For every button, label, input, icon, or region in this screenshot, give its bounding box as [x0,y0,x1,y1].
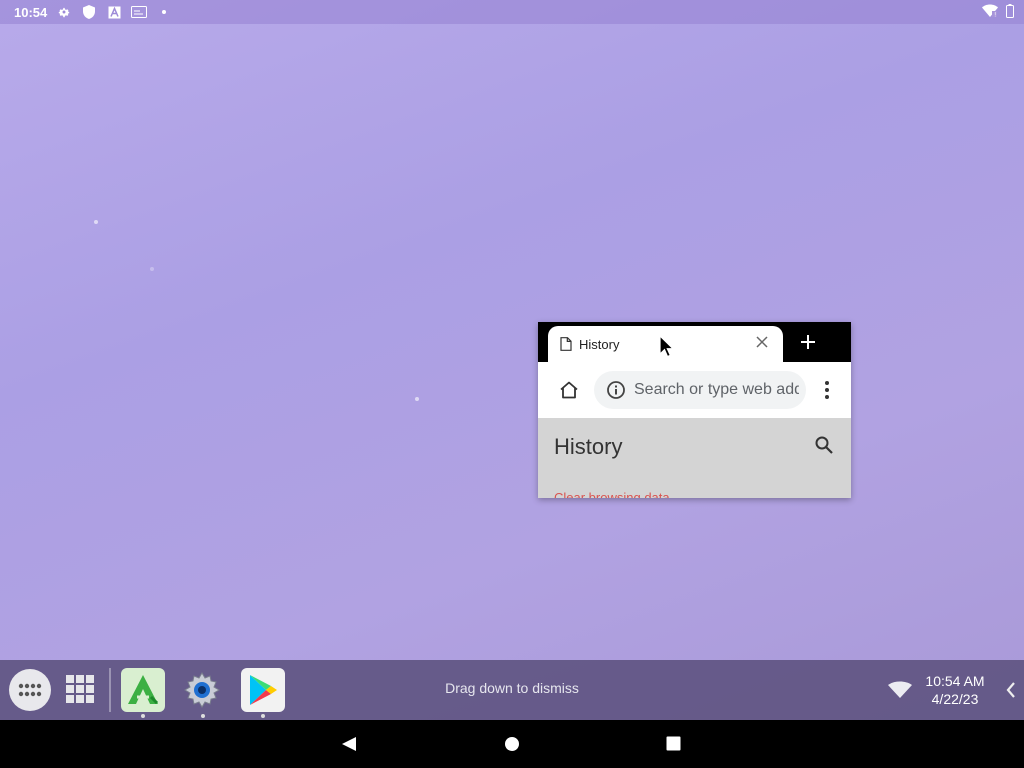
address-input[interactable] [634,381,799,399]
clock-date: 4/22/23 [931,691,979,707]
app-drawer-button[interactable] [9,669,51,711]
taskbar-divider [109,668,111,712]
font-a-icon [106,4,122,20]
page-icon [560,337,572,351]
more-options-icon[interactable] [822,380,832,400]
back-icon[interactable] [341,736,357,752]
settings-app-icon[interactable] [180,668,224,712]
screen-icon [131,4,148,20]
clock-time: 10:54 AM [925,673,985,689]
apkpure-app-icon[interactable] [121,668,165,712]
history-page: History Clear browsing data... [538,418,851,498]
tab-strip: History [538,322,851,362]
dots-icon [18,683,42,697]
battery-icon [1006,4,1014,21]
address-bar[interactable] [594,371,806,409]
search-icon[interactable] [814,435,834,455]
wallpaper-sparkle [415,397,419,401]
page-title: History [554,434,623,459]
home-icon[interactable] [559,381,579,399]
info-icon[interactable] [606,380,626,400]
running-indicator [201,714,205,718]
wifi-icon[interactable] [888,681,912,699]
wifi-signal-icon: ! [982,4,998,21]
play-store-app-icon[interactable] [241,668,285,712]
taskbar: Drag down to dismiss 10:54 AM 4/22/23 [0,660,1024,720]
dot-icon [156,4,172,20]
browser-window[interactable]: History History Clear browsing data... [538,322,851,498]
wallpaper-sparkle [94,220,98,224]
status-bar: 10:54 ! [0,0,1024,24]
tab-title: History [579,336,620,352]
navigation-bar [0,720,1024,768]
grid-icon[interactable] [65,674,95,704]
svg-text:!: ! [994,12,996,19]
dismiss-hint: Drag down to dismiss [445,680,579,696]
status-time: 10:54 [14,4,48,20]
home-circle-icon[interactable] [504,736,520,752]
taskbar-clock[interactable]: 10:54 AM 4/22/23 [918,672,992,708]
new-tab-icon[interactable] [800,334,816,350]
browser-toolbar [538,362,851,418]
chevron-left-icon[interactable] [1005,682,1017,698]
close-tab-icon[interactable] [755,335,769,349]
running-indicator [141,714,145,718]
gear-icon [56,4,72,20]
recents-icon[interactable] [666,736,681,751]
wallpaper-sparkle [150,267,154,271]
clear-browsing-data-link[interactable]: Clear browsing data... [554,490,680,498]
mouse-cursor-icon [659,335,675,358]
shield-icon [81,4,97,20]
running-indicator [261,714,265,718]
